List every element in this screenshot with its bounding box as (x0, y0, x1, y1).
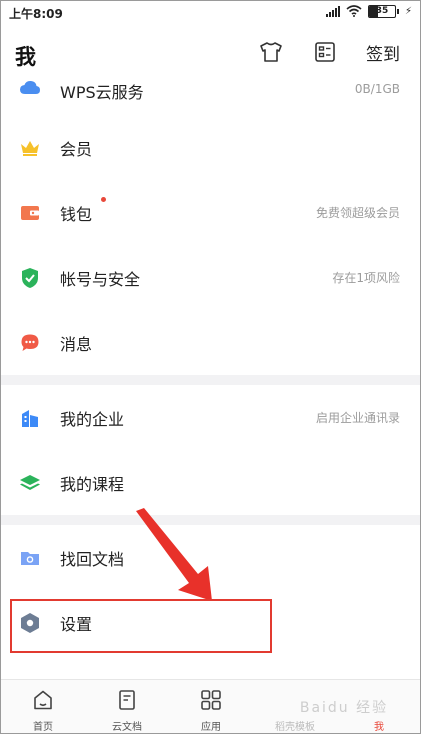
notification-dot (101, 197, 106, 202)
wallet-icon (19, 202, 41, 224)
tshirt-icon (260, 42, 282, 62)
cloud-icon (19, 77, 41, 99)
menu-item-member[interactable]: 会员 (1, 115, 420, 180)
shield-check-icon (19, 267, 41, 289)
wifi-icon (346, 5, 362, 17)
menu-item-label: 找回文档 (60, 549, 125, 569)
enterprise-contacts-hint: 启用企业通讯录 (315, 411, 400, 425)
settings-highlight-box (10, 599, 272, 653)
wallet-promo: 免费领超级会员 (315, 206, 400, 220)
menu-item-label: 会员 (60, 139, 93, 159)
menu-item-messages[interactable]: 消息 (1, 310, 420, 375)
menu-item-label: 帐号与安全 (60, 269, 141, 289)
signin-button[interactable]: 签到 (366, 40, 400, 65)
status-bar: 上午8:09 35 ⚡ (1, 1, 420, 25)
menu-item-cloud-service[interactable]: WPS云服务 0B/1GB (1, 63, 420, 115)
crown-icon (19, 137, 41, 159)
menu-item-account-security[interactable]: 帐号与安全 存在1项风险 (1, 245, 420, 310)
battery-icon: 35 (367, 4, 399, 18)
section-divider (1, 375, 420, 385)
home-icon (34, 690, 52, 710)
grid-icon (201, 690, 221, 710)
layers-icon (19, 472, 41, 494)
building-icon (19, 407, 41, 429)
menu-item-wallet[interactable]: 钱包 免费领超级会员 (1, 180, 420, 245)
menu-item-label: WPS云服务 (60, 83, 144, 102)
security-risk-status: 存在1项风险 (332, 271, 400, 285)
chat-bubble-icon (19, 332, 41, 354)
charging-icon: ⚡ (404, 5, 412, 17)
nav-label: 云文档 (112, 722, 142, 733)
id-card-icon (315, 42, 335, 62)
cloud-storage-usage: 0B/1GB (354, 82, 400, 96)
header-actions: 签到 (258, 39, 400, 65)
skin-tshirt-button[interactable] (258, 39, 284, 65)
signal-icon (325, 5, 340, 17)
document-icon (119, 690, 135, 710)
nav-cloud-docs[interactable]: 云文档 (85, 680, 169, 733)
folder-search-icon (19, 547, 41, 569)
status-time: 上午8:09 (9, 7, 63, 21)
battery-level: 35 (375, 5, 389, 16)
nav-label: 首页 (33, 722, 53, 733)
nav-apps[interactable]: 应用 (169, 680, 253, 733)
watermark: Baidu 经验 (299, 700, 389, 716)
menu-item-label: 我的企业 (60, 409, 125, 429)
status-icons: 35 ⚡ (325, 4, 412, 18)
menu-item-label: 消息 (60, 334, 93, 354)
nav-home[interactable]: 首页 (1, 680, 85, 733)
nav-label: 应用 (201, 722, 221, 733)
card-manage-button[interactable] (312, 39, 338, 65)
menu-item-label: 钱包 (60, 204, 93, 224)
annotation-arrow (136, 508, 212, 601)
menu-item-my-enterprise[interactable]: 我的企业 启用企业通讯录 (1, 385, 420, 450)
menu-item-label: 我的课程 (60, 474, 125, 494)
app-screen: 上午8:09 35 ⚡ 我 签到 WPS云服务 0B/1GB 会员 钱包 免费领… (0, 0, 421, 734)
